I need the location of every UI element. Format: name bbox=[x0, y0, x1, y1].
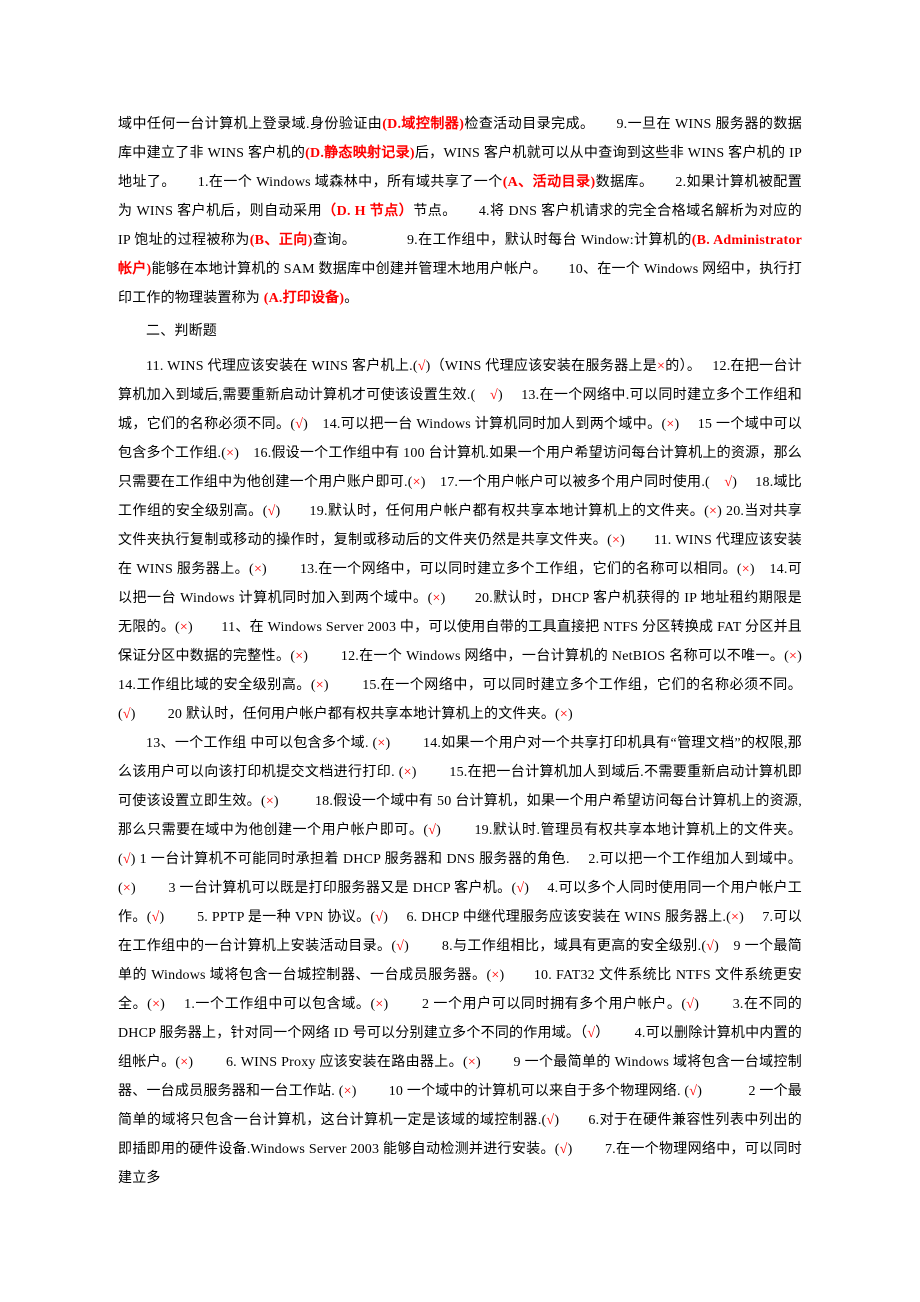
text: 查询。 bbox=[313, 233, 350, 248]
section-heading-2: 二、判断题 bbox=[118, 317, 802, 346]
text: ) 6. DHCP 中继代理服务应该安装在 WINS 服务器上.( bbox=[383, 910, 731, 925]
text: ) 13.在一个网络中，可以同时建立多个工作组，它们的名称可以相同。( bbox=[262, 562, 742, 577]
text: ) 12.在一个 Windows 网络中，一台计算机的 NetBIOS 名称可以… bbox=[303, 649, 789, 664]
text: 节点。 bbox=[413, 204, 450, 219]
answer-red: (B、正向) bbox=[250, 233, 313, 248]
mark-check: √ bbox=[295, 417, 303, 432]
document-content: 域中任何一台计算机上登录域.身份验证由(D.域控制器)检查活动目录完成。 9.一… bbox=[118, 110, 802, 1193]
gap bbox=[540, 262, 569, 277]
answer-red: (D.域控制器) bbox=[382, 117, 464, 132]
mark-cross: × bbox=[152, 997, 160, 1012]
mark-cross: × bbox=[612, 533, 620, 548]
text: 11. WINS 代理应该安装在 WINS 客户机上.( bbox=[146, 359, 418, 374]
mark-check: √ bbox=[123, 852, 131, 867]
mark-check: √ bbox=[418, 359, 426, 374]
mark-check: √ bbox=[375, 910, 383, 925]
gap bbox=[646, 175, 675, 190]
text: ) 3 一台计算机可以既是打印服务器又是 DHCP 客户机。( bbox=[131, 881, 516, 896]
text: ) 2 一个用户可以同时拥有多个用户帐户。( bbox=[384, 997, 687, 1012]
text: 。 bbox=[344, 291, 358, 306]
text: ) 19.默认时，任何用户帐户都有权共享本地计算机上的文件夹。( bbox=[275, 504, 709, 519]
paragraph-3: 13、一个工作组 中可以包含多个域. (×) 14.如果一个用户对一个共享打印机… bbox=[118, 729, 802, 1193]
gap bbox=[450, 204, 479, 219]
document-page: 域中任何一台计算机上登录域.身份验证由(D.域控制器)检查活动目录完成。 9.一… bbox=[0, 0, 920, 1302]
text: ) 20 默认时，任何用户帐户都有权共享本地计算机上的文件夹。( bbox=[131, 707, 560, 722]
gap bbox=[169, 175, 198, 190]
mark-check: √ bbox=[123, 707, 131, 722]
text: ) bbox=[568, 707, 573, 722]
mark-check: √ bbox=[490, 388, 498, 403]
answer-red: (A.打印设备) bbox=[264, 291, 345, 306]
mark-check: √ bbox=[560, 1142, 568, 1157]
mark-cross: × bbox=[377, 736, 385, 751]
mark-check: √ bbox=[686, 997, 694, 1012]
text: ) 14.可以把一台 Windows 计算机同时加人到两个域中。( bbox=[303, 417, 666, 432]
mark-cross: × bbox=[123, 881, 131, 896]
mark-cross: × bbox=[316, 678, 324, 693]
mark-cross: × bbox=[560, 707, 568, 722]
mark-cross: × bbox=[468, 1055, 476, 1070]
mark-cross: × bbox=[375, 997, 383, 1012]
answer-red: (D.静态映射记录) bbox=[305, 146, 415, 161]
heading-text: 二、判断题 bbox=[146, 324, 217, 339]
text: ) 1.一个工作组中可以包含域。( bbox=[160, 997, 375, 1012]
text: 数据库。 bbox=[595, 175, 646, 190]
text: 检查活动目录完成。 bbox=[464, 117, 587, 132]
mark-cross: × bbox=[180, 620, 188, 635]
text: 域中任何一台计算机上登录域.身份验证由 bbox=[118, 117, 382, 132]
mark-cross: × bbox=[266, 794, 274, 809]
mark-cross: × bbox=[404, 765, 412, 780]
mark-cross: × bbox=[789, 649, 797, 664]
mark-cross: × bbox=[491, 968, 499, 983]
text: 13、一个工作组 中可以包含多个域. ( bbox=[146, 736, 377, 751]
mark-cross: × bbox=[742, 562, 750, 577]
mark-check: √ bbox=[428, 823, 436, 838]
mark-check: √ bbox=[689, 1084, 697, 1099]
gap bbox=[588, 117, 617, 132]
mark-cross: × bbox=[731, 910, 739, 925]
paragraph-2: 11. WINS 代理应该安装在 WINS 客户机上.(√)（WINS 代理应该… bbox=[118, 352, 802, 729]
gap bbox=[349, 233, 407, 248]
mark-cross: × bbox=[413, 475, 421, 490]
text: ) 6. WINS Proxy 应该安装在路由器上。( bbox=[188, 1055, 467, 1070]
mark-cross: × bbox=[709, 504, 717, 519]
mark-cross: × bbox=[657, 359, 665, 374]
paragraph-1: 域中任何一台计算机上登录域.身份验证由(D.域控制器)检查活动目录完成。 9.一… bbox=[118, 110, 802, 313]
mark-check: √ bbox=[396, 939, 404, 954]
text: ) 10 一个域中的计算机可以来自于多个物理网络. ( bbox=[352, 1084, 690, 1099]
text: ) 17.一个用户帐户可以被多个用户同时使用.( bbox=[421, 475, 725, 490]
mark-cross: × bbox=[432, 591, 440, 606]
text: ) 5. PPTP 是一种 VPN 协议。( bbox=[159, 910, 375, 925]
text: 能够在本地计算机的 SAM 数据库中创建并管理木地用户帐户。 bbox=[151, 262, 540, 277]
mark-cross: × bbox=[254, 562, 262, 577]
text: )（WINS 代理应该安装在服务器上是 bbox=[426, 359, 657, 374]
mark-cross: × bbox=[344, 1084, 352, 1099]
text: 9.在工作组中，默认时每台 Window:计算机的 bbox=[407, 233, 692, 248]
answer-red: (A、活动目录) bbox=[503, 175, 596, 190]
text: 1.在一个 Windows 域森林中，所有域共享了一个 bbox=[198, 175, 503, 190]
mark-check: √ bbox=[706, 939, 714, 954]
answer-red: （D. H 节点） bbox=[322, 204, 413, 219]
text: ) 8.与工作组相比，域具有更高的安全级别.( bbox=[404, 939, 706, 954]
